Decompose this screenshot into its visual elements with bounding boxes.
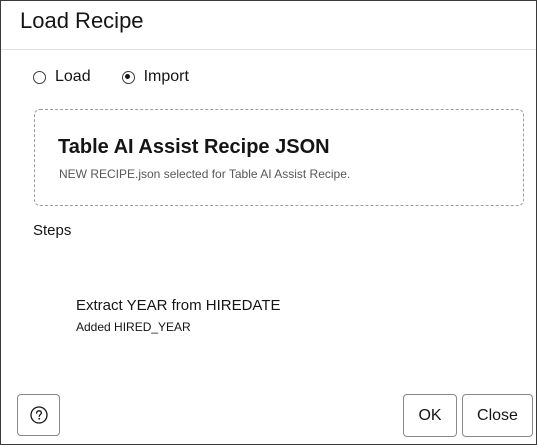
help-button[interactable] xyxy=(17,394,60,436)
source-radio-group: Load Import xyxy=(33,67,189,87)
radio-import-label[interactable]: Import xyxy=(144,68,189,86)
dialog-title: Load Recipe xyxy=(20,8,144,33)
question-circle-icon xyxy=(29,406,48,424)
drop-zone-title: Table AI Assist Recipe JSON xyxy=(58,136,330,158)
step-title: Extract YEAR from HIREDATE xyxy=(76,297,281,314)
step-detail: Added HIRED_YEAR xyxy=(76,320,191,334)
dialog-header: Load Recipe xyxy=(1,1,536,50)
drop-zone-subtitle: NEW RECIPE.json selected for Table AI As… xyxy=(59,167,351,181)
radio-load-indicator[interactable] xyxy=(33,70,46,84)
step-item: Extract YEAR from HIREDATE Added HIRED_Y… xyxy=(76,297,281,334)
close-button[interactable]: Close xyxy=(462,394,533,437)
recipe-file-drop-zone[interactable]: Table AI Assist Recipe JSON NEW RECIPE.j… xyxy=(34,109,524,206)
radio-option-load[interactable]: Load xyxy=(33,68,91,86)
load-recipe-dialog: Load Recipe Load Import Table AI Assist … xyxy=(0,0,537,445)
radio-import-indicator[interactable] xyxy=(121,70,135,84)
radio-option-import[interactable]: Import xyxy=(121,68,189,86)
ok-button[interactable]: OK xyxy=(403,394,457,437)
steps-label: Steps xyxy=(33,222,72,239)
radio-load-label[interactable]: Load xyxy=(55,68,91,86)
